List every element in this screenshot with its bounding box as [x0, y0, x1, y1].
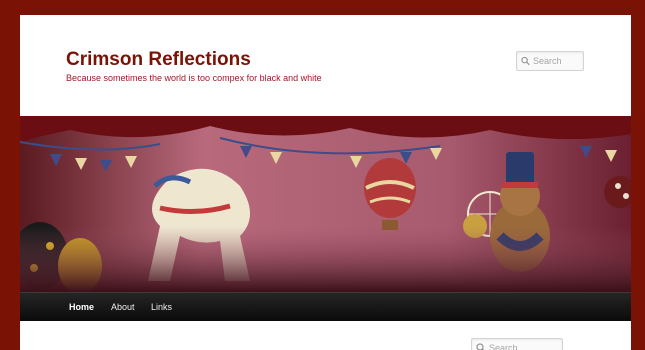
page-container: Crimson Reflections Because sometimes th…	[20, 15, 631, 350]
header-search-form[interactable]	[516, 51, 584, 71]
nav-item-about[interactable]: About	[111, 293, 135, 321]
nav-item-links[interactable]: Links	[151, 293, 172, 321]
sidebar-search-input[interactable]	[489, 343, 559, 350]
search-icon	[521, 56, 530, 66]
site-description: Because sometimes the world is too compe…	[66, 73, 322, 83]
site-title[interactable]: Crimson Reflections	[66, 49, 251, 71]
nav-item-home[interactable]: Home	[69, 293, 94, 321]
banner-image	[20, 116, 631, 292]
sidebar-search-form[interactable]	[471, 338, 563, 350]
main-navigation: Home About Links	[20, 292, 631, 321]
banner-illustration	[20, 116, 631, 292]
header-search-input[interactable]	[533, 56, 583, 66]
search-icon	[476, 343, 485, 350]
